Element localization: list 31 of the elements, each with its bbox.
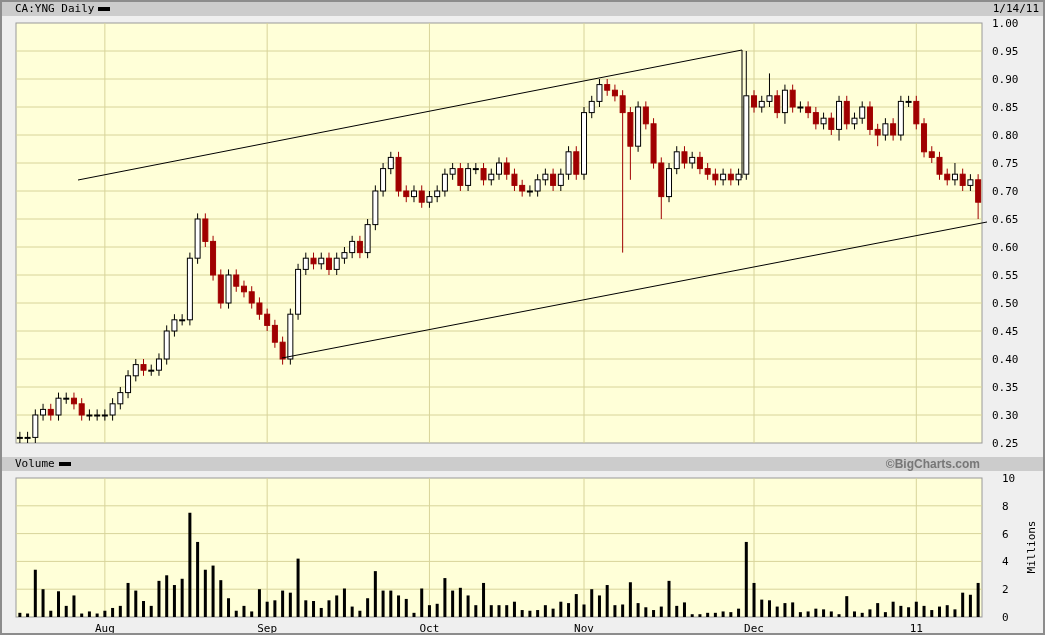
- axis-label: 0.25: [992, 436, 1019, 450]
- axis-label: 0.30: [992, 408, 1019, 422]
- axis-title: Millions: [1025, 520, 1038, 574]
- axis-label: Dec: [744, 621, 764, 633]
- axis-label: 0.75: [992, 156, 1019, 170]
- axis-label: 0.50: [992, 296, 1019, 310]
- axis-label: 0: [1002, 610, 1009, 624]
- axis-label: Nov: [574, 621, 594, 633]
- axis-label: 0.90: [992, 72, 1019, 86]
- axis-label: 8: [1002, 499, 1009, 513]
- axis-label: 0.80: [992, 128, 1019, 142]
- axis-label: 1.00: [992, 16, 1019, 30]
- axis-label: 11: [909, 621, 923, 633]
- axis-label: Oct: [419, 621, 440, 633]
- chart-title: CA:YNG Daily: [15, 2, 95, 16]
- axis-label: 0.35: [992, 380, 1019, 394]
- axis-label: 10: [1002, 471, 1016, 485]
- axis-label: 0.55: [992, 268, 1019, 282]
- chart-date: 1/14/11: [992, 2, 1039, 16]
- axis-label: 4: [1002, 555, 1009, 569]
- axis-label: 0.65: [992, 212, 1019, 226]
- copyright-text: ©BigCharts.com: [885, 456, 980, 471]
- axis-label: 6: [1002, 527, 1009, 541]
- volume-title: Volume: [15, 457, 55, 471]
- axis-label: 0.85: [992, 100, 1019, 114]
- axis-label: 0.95: [992, 44, 1019, 58]
- axis-label: 0.70: [992, 184, 1019, 198]
- axis-label: 0.60: [992, 240, 1019, 254]
- axis-label: 2: [1002, 583, 1009, 597]
- axis-label: 0.45: [992, 324, 1019, 338]
- axis-label: 0.40: [992, 352, 1019, 366]
